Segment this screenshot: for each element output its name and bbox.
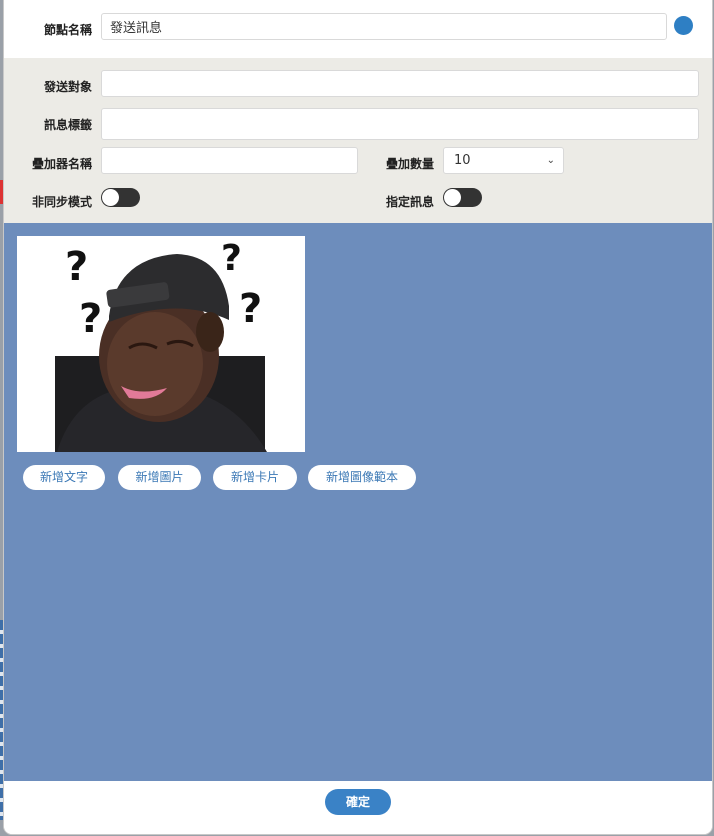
send-message-dialog: 節點名稱 發送對象 訊息標籤 疊加器名稱 疊加數量 10 ⌄ 非同步模式 指定訊… (4, 0, 712, 834)
message-tag-input[interactable] (101, 108, 699, 140)
add-image-button[interactable]: 新增圖片 (118, 465, 201, 490)
dialog-footer: 確定 (4, 781, 712, 834)
svg-text:?: ? (65, 244, 88, 290)
dialog-header: 節點名稱 (4, 0, 712, 58)
specify-message-label: 指定訊息 (385, 195, 434, 209)
overlay-name-label: 疊加器名稱 (31, 157, 92, 171)
node-name-input[interactable] (101, 13, 667, 40)
toggle-knob (102, 189, 119, 206)
specify-message-toggle[interactable] (443, 188, 482, 207)
async-mode-label: 非同步模式 (31, 195, 92, 209)
svg-text:?: ? (239, 286, 262, 332)
add-card-button[interactable]: 新增卡片 (213, 465, 297, 490)
send-target-label: 發送對象 (43, 80, 92, 94)
overlay-count-select[interactable]: 10 ⌄ (443, 147, 564, 174)
status-indicator-icon[interactable] (674, 16, 693, 35)
chevron-down-icon: ⌄ (546, 155, 555, 166)
send-target-input[interactable] (101, 70, 699, 97)
overlay-count-label: 疊加數量 (385, 157, 434, 171)
confirm-button[interactable]: 確定 (325, 789, 391, 815)
add-image-template-button[interactable]: 新增圖像範本 (308, 465, 416, 490)
toggle-knob (444, 189, 461, 206)
message-image[interactable]: ? ? ? ? (17, 236, 305, 452)
overlay-name-input[interactable] (101, 147, 358, 174)
message-tag-label: 訊息標籤 (43, 118, 92, 132)
node-name-label: 節點名稱 (43, 23, 92, 37)
overlay-count-value: 10 (454, 153, 471, 168)
settings-panel: 發送對象 訊息標籤 疊加器名稱 疊加數量 10 ⌄ 非同步模式 指定訊息 (4, 58, 712, 223)
confused-person-image: ? ? ? ? (17, 236, 305, 452)
svg-text:?: ? (221, 238, 242, 279)
svg-text:?: ? (79, 296, 102, 342)
message-content-area: ? ? ? ? 新增文字 新增圖片 新增卡片 新增圖像範本 (4, 223, 712, 781)
add-text-button[interactable]: 新增文字 (23, 465, 105, 490)
async-mode-toggle[interactable] (101, 188, 140, 207)
